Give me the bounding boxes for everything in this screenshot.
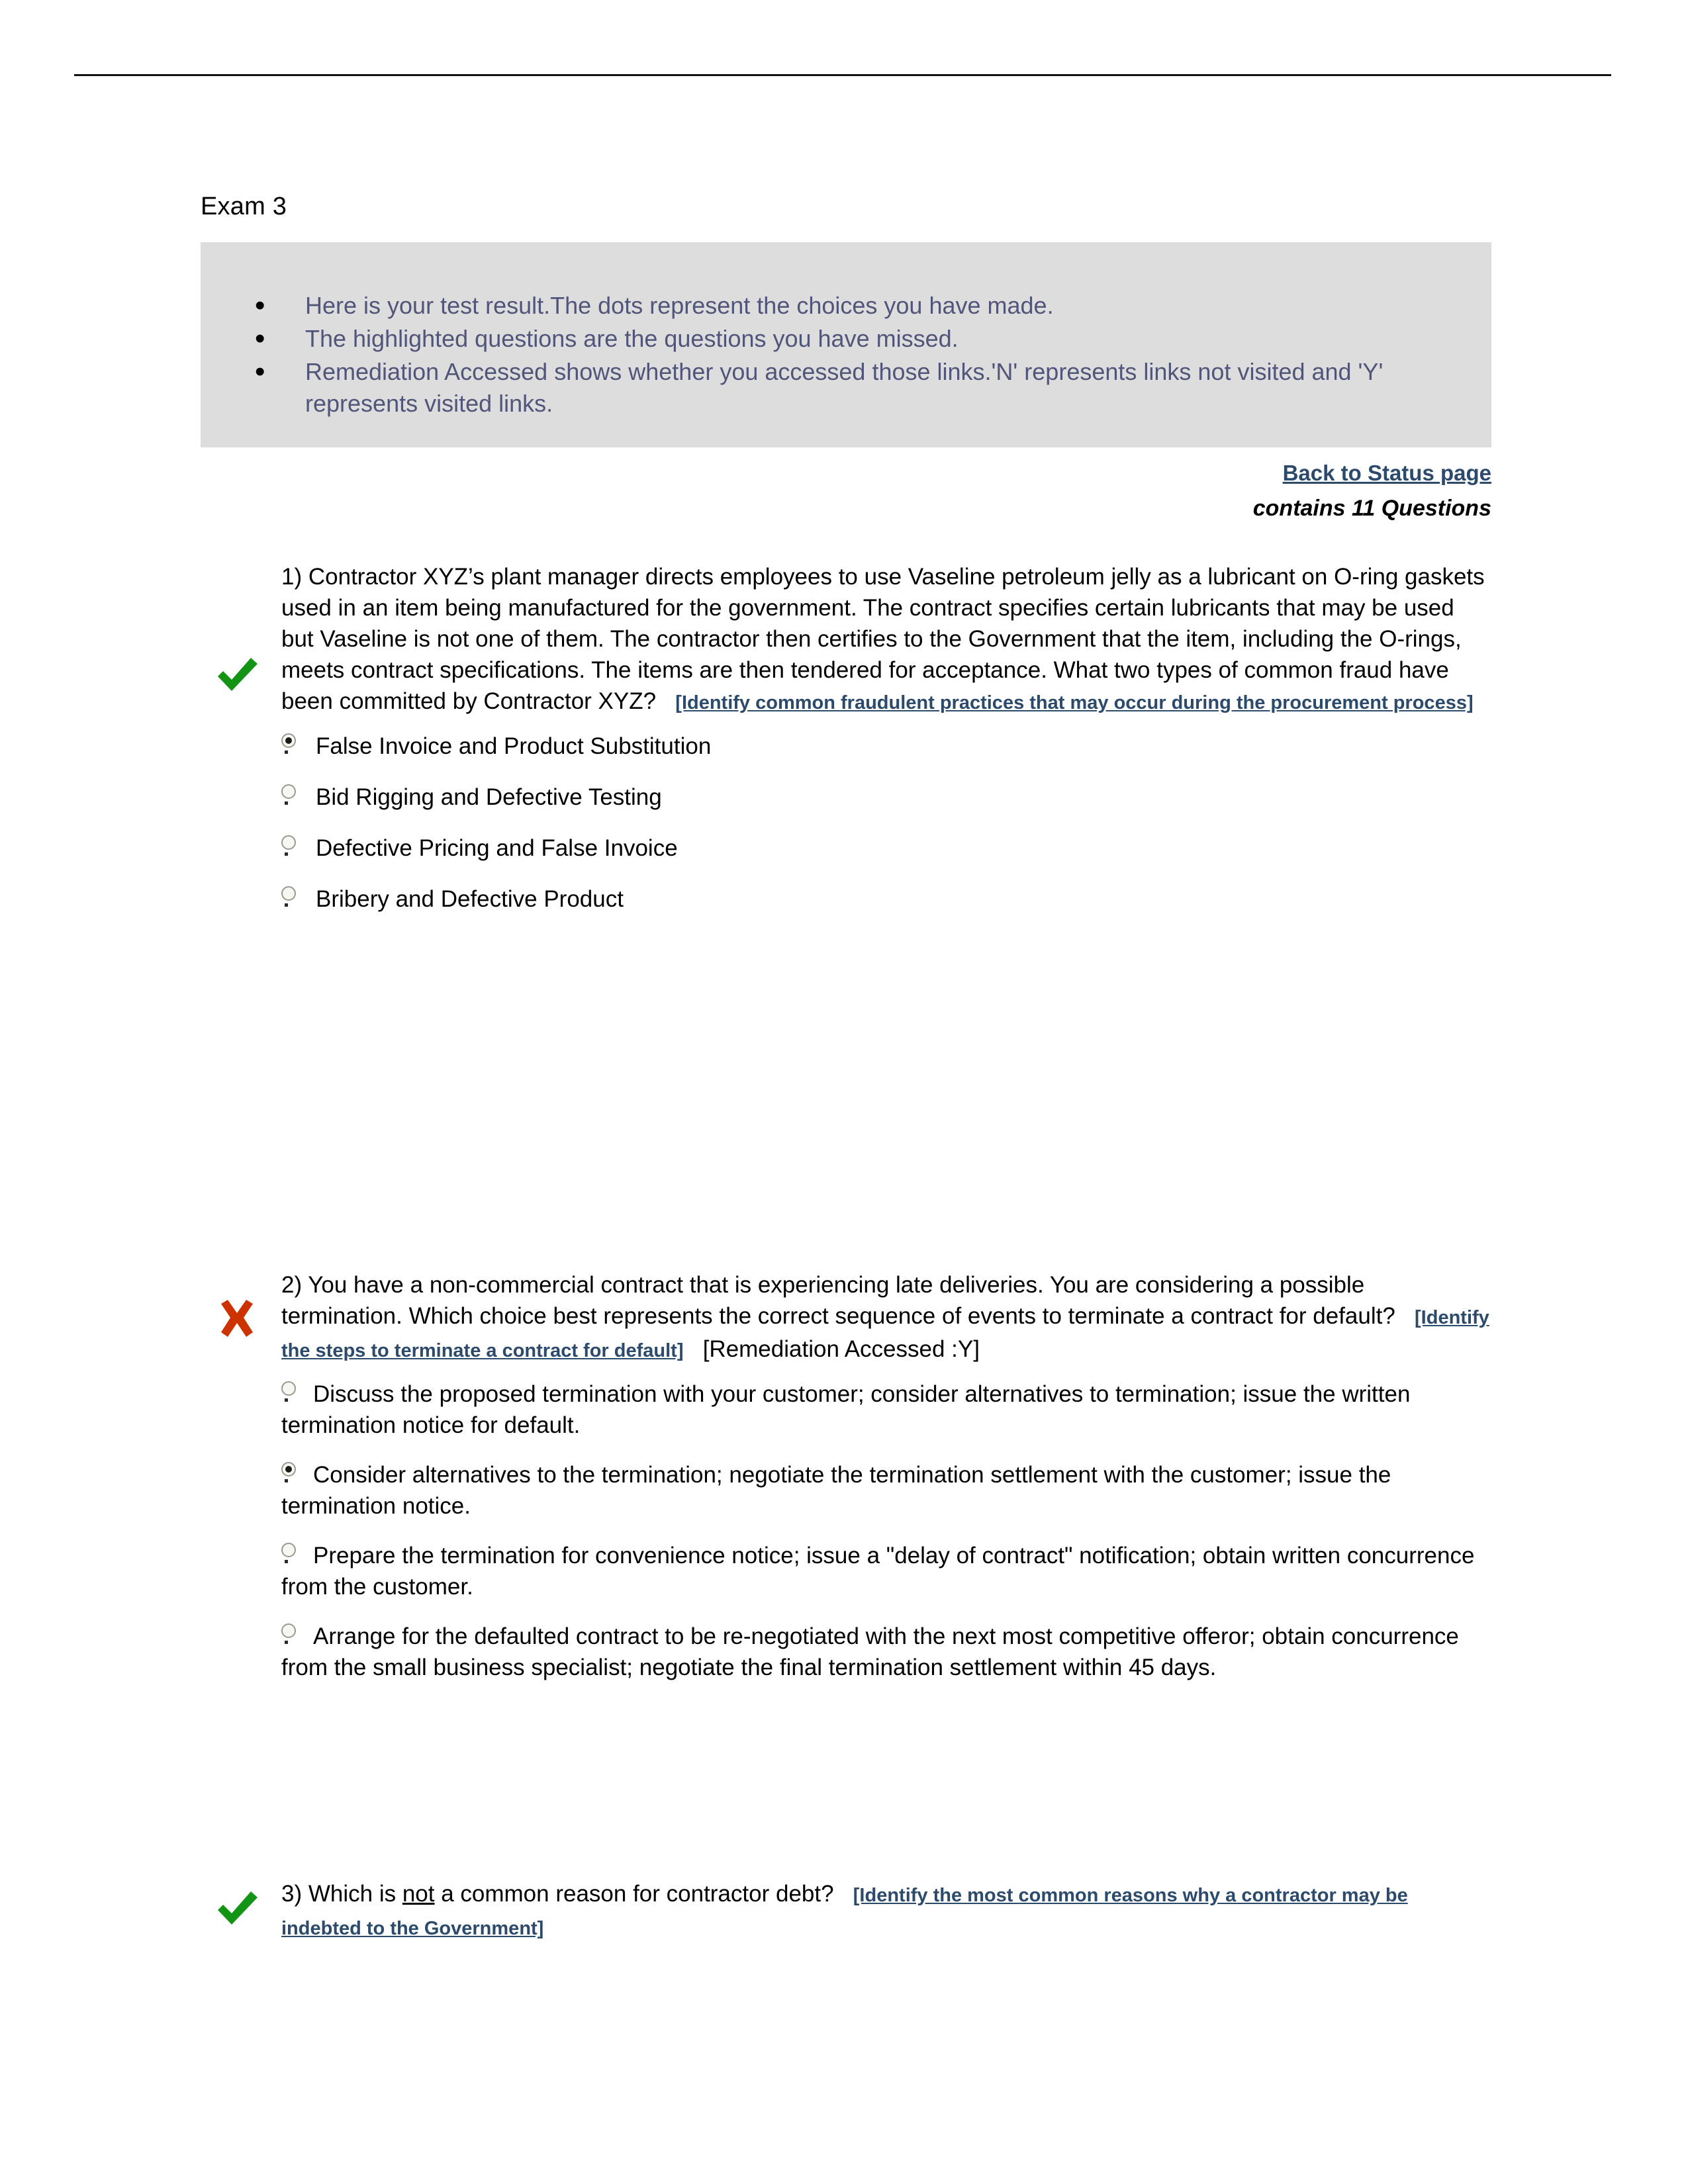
- radio-button[interactable]: [281, 1462, 296, 1482]
- option-item[interactable]: Bid Rigging and Defective Testing: [281, 782, 1491, 813]
- question-1-options: False Invoice and Product Substitution B…: [281, 731, 1491, 915]
- question-1-remediation-link[interactable]: [Identify common fraudulent practices th…: [675, 692, 1473, 713]
- exam-results-page: Exam 3 • Here is your test result.The dot…: [0, 0, 1688, 2184]
- instruction-text: The highlighted questions are the questi…: [305, 325, 959, 352]
- bullet-icon: •: [255, 355, 265, 388]
- page-title: Exam 3: [201, 193, 287, 220]
- option-label: Prepare the termination for convenience …: [281, 1543, 1475, 1600]
- option-label: Arrange for the defaulted contract to be…: [281, 1623, 1459, 1680]
- option-label: Bid Rigging and Defective Testing: [316, 784, 662, 810]
- bullet-icon: •: [255, 322, 265, 355]
- option-label: Defective Pricing and False Invoice: [316, 835, 678, 861]
- instruction-text: Remediation Accessed shows whether you a…: [305, 358, 1383, 417]
- radio-button[interactable]: [281, 835, 296, 856]
- question-count-label: contains 11 Questions: [1252, 496, 1491, 521]
- question-1-text: 1) Contractor XYZ’s plant manager direct…: [281, 561, 1491, 719]
- option-item[interactable]: Consider alternatives to the termination…: [281, 1459, 1491, 1522]
- instructions-list: • Here is your test result.The dots repre…: [201, 242, 1491, 420]
- question-2-stem: You have a non-commercial contract that …: [281, 1272, 1395, 1329]
- option-label: Consider alternatives to the termination…: [281, 1462, 1391, 1519]
- option-label: Bribery and Defective Product: [316, 886, 624, 912]
- option-item[interactable]: Bribery and Defective Product: [281, 884, 1491, 915]
- question-1: 1) Contractor XYZ’s plant manager direct…: [201, 561, 1491, 934]
- x-icon: [201, 1298, 273, 1340]
- bullet-icon: •: [255, 289, 265, 322]
- question-3-stem-prefix: Which is: [308, 1881, 402, 1907]
- radio-button[interactable]: [281, 1623, 296, 1644]
- header-divider: [74, 74, 1611, 76]
- question-3-stem-suffix: a common reason for contractor debt?: [434, 1881, 834, 1907]
- question-3-number: 3): [281, 1881, 303, 1907]
- question-2-text: 2) You have a non-commercial contract th…: [281, 1269, 1491, 1367]
- list-item: • The highlighted questions are the quest…: [255, 323, 1470, 355]
- radio-button[interactable]: [281, 733, 296, 754]
- option-item[interactable]: Prepare the termination for convenience …: [281, 1540, 1491, 1602]
- question-3: 3) Which is not a common reason for cont…: [201, 1878, 1491, 1944]
- option-item[interactable]: False Invoice and Product Substitution: [281, 731, 1491, 762]
- question-2-options: Discuss the proposed termination with yo…: [281, 1379, 1491, 1683]
- list-item: • Remediation Accessed shows whether you …: [255, 356, 1470, 420]
- list-item: • Here is your test result.The dots repre…: [255, 290, 1470, 322]
- question-2-remediation-accessed: [Remediation Accessed :Y]: [702, 1336, 980, 1362]
- navigation-block: Back to Status page contains 11 Question…: [829, 458, 1491, 525]
- option-item[interactable]: Defective Pricing and False Invoice: [281, 833, 1491, 864]
- radio-button[interactable]: [281, 886, 296, 907]
- check-icon: [201, 654, 273, 695]
- question-1-stem: Contractor XYZ’s plant manager directs e…: [281, 564, 1485, 714]
- option-item[interactable]: Discuss the proposed termination with yo…: [281, 1379, 1491, 1441]
- option-label: False Invoice and Product Substitution: [316, 733, 712, 759]
- instructions-panel: • Here is your test result.The dots repre…: [201, 242, 1491, 447]
- option-label: Discuss the proposed termination with yo…: [281, 1381, 1411, 1438]
- question-3-text: 3) Which is not a common reason for cont…: [281, 1878, 1491, 1944]
- back-to-status-page-link[interactable]: Back to Status page: [1283, 458, 1491, 488]
- radio-button[interactable]: [281, 784, 296, 805]
- radio-button[interactable]: [281, 1381, 296, 1402]
- option-item[interactable]: Arrange for the defaulted contract to be…: [281, 1621, 1491, 1683]
- check-icon: [201, 1888, 273, 1929]
- question-2-number: 2): [281, 1272, 303, 1298]
- question-3-stem-emphasis: not: [402, 1881, 435, 1907]
- question-1-number: 1): [281, 564, 303, 590]
- radio-button[interactable]: [281, 1543, 296, 1563]
- question-2: 2) You have a non-commercial contract th…: [201, 1269, 1491, 1702]
- instruction-text: Here is your test result.The dots repres…: [305, 292, 1054, 319]
